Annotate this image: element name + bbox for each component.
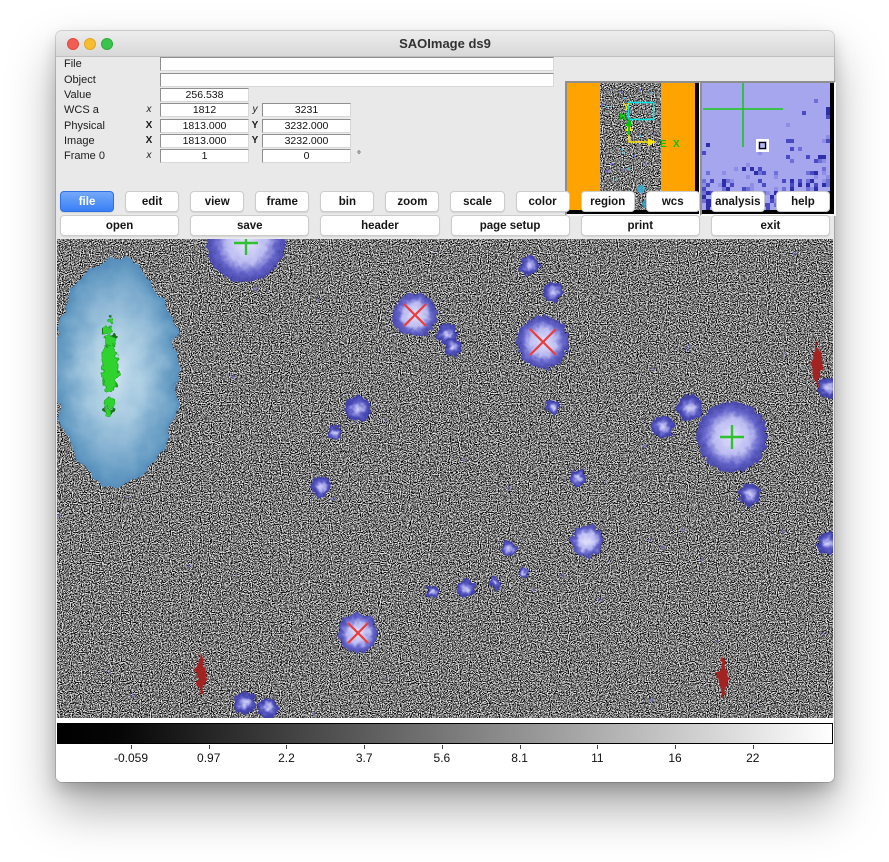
file-label: File [64, 57, 82, 71]
star[interactable] [570, 470, 586, 486]
desktop: { "window": { "title": "SAOImage ds9" },… [0, 0, 889, 862]
physical-x-field[interactable]: 1813.000 [160, 119, 249, 133]
star[interactable] [457, 580, 475, 598]
colorbar-tick-mark [209, 745, 210, 749]
ds9-window: SAOImage ds9 File Object Value 256.538 W… [56, 31, 834, 782]
star[interactable] [677, 395, 703, 421]
star[interactable] [328, 426, 342, 440]
degree-symbol: ° [357, 149, 361, 163]
menu-help[interactable]: help [776, 191, 830, 212]
menu-bar: file edit view frame binzoom scale color region… [58, 191, 832, 212]
image-x-field[interactable]: 1813.000 [160, 134, 249, 148]
star[interactable] [520, 255, 540, 275]
frame-zoom-axis-label: x [142, 149, 156, 163]
info-panel: File Object Value 256.538 WCS a x 1812 y… [56, 57, 834, 191]
wcs-label: WCS a [64, 103, 99, 117]
star[interactable] [501, 541, 517, 557]
colorbar-tick-label: 5.6 [434, 751, 451, 765]
star[interactable] [345, 396, 371, 422]
colorbar-tick-label: 2.2 [278, 751, 295, 765]
toolbar-open[interactable]: open [60, 215, 179, 236]
magnifier-cursor-box [757, 140, 768, 151]
frame-zoom-field[interactable]: 1 [160, 149, 249, 163]
toolbar-page-setup[interactable]: page setup [451, 215, 570, 236]
colorbar-tick-mark [520, 745, 521, 749]
toolbar-exit[interactable]: exit [711, 215, 830, 236]
toolbar-header[interactable]: header [320, 215, 439, 236]
colorbar-tick-mark [597, 745, 598, 749]
star[interactable] [571, 525, 603, 557]
star[interactable] [519, 568, 529, 578]
toolbar-print[interactable]: print [581, 215, 700, 236]
frame-label: Frame 0 [64, 149, 105, 163]
colorbar-tick-mark [442, 745, 443, 749]
frame-angle-field[interactable]: 0 [262, 149, 351, 163]
menu-analysis[interactable]: analysis [711, 191, 765, 212]
object-label: Object [64, 73, 96, 87]
image-y-axis-label: Y [248, 134, 262, 148]
colorbar-tick-mark [675, 745, 676, 749]
physical-y-field[interactable]: 3232.000 [262, 119, 351, 133]
physical-x-axis-label: X [142, 119, 156, 133]
physical-y-axis-label: Y [248, 119, 262, 133]
wcs-y-axis-label: y [248, 103, 262, 117]
panner-x-label: X [673, 139, 680, 150]
star[interactable] [311, 477, 331, 497]
menu-view[interactable]: view [190, 191, 244, 212]
noise-background [57, 239, 833, 718]
file-field[interactable] [160, 57, 554, 71]
menu-region[interactable]: region [581, 191, 635, 212]
star[interactable] [543, 282, 563, 302]
sky-canvas[interactable] [57, 239, 833, 718]
colorbar-tick-mark [753, 745, 754, 749]
menu-zoom[interactable]: zoom [385, 191, 439, 212]
colorbar-gradient[interactable] [57, 723, 833, 744]
image-label: Image [64, 134, 95, 148]
menu-frame[interactable]: frame [255, 191, 309, 212]
value-label: Value [64, 88, 91, 102]
colorbar-tick-label: 0.97 [197, 751, 220, 765]
menu-color[interactable]: color [516, 191, 570, 212]
wcs-x-axis-label: x [142, 103, 156, 117]
menu-scale[interactable]: scale [450, 191, 504, 212]
colorbar-tick-label: 8.1 [511, 751, 528, 765]
value-field[interactable]: 256.538 [160, 88, 249, 102]
colorbar-panel: -0.059 0.97 2.2 3.7 5.6 8.1 11 16 22 [56, 718, 834, 782]
star[interactable] [652, 416, 674, 438]
titlebar[interactable]: SAOImage ds9 [56, 31, 834, 57]
panner-n-label: N [619, 112, 626, 123]
colorbar-tick-label: 3.7 [356, 751, 373, 765]
panner-e-label: E [660, 139, 667, 150]
image-x-axis-label: X [142, 134, 156, 148]
colorbar-tick-label: 16 [668, 751, 681, 765]
physical-label: Physical [64, 119, 105, 133]
star[interactable] [489, 577, 501, 589]
menu-bin[interactable]: bin [320, 191, 374, 212]
star[interactable] [546, 400, 560, 414]
colorbar-tick-label: 22 [746, 751, 759, 765]
colorbar-tick-mark [364, 745, 365, 749]
menu-wcs[interactable]: wcs [646, 191, 700, 212]
wcs-x-field[interactable]: 1812 [160, 103, 249, 117]
menu-edit[interactable]: edit [125, 191, 179, 212]
colorbar-tick-mark [131, 745, 132, 749]
star[interactable] [739, 484, 761, 506]
image-display[interactable] [57, 239, 833, 718]
wcs-y-field[interactable]: 3231 [262, 103, 351, 117]
window-title: SAOImage ds9 [56, 31, 834, 56]
colorbar-tick-label: 11 [591, 751, 603, 765]
object-field[interactable] [160, 73, 554, 87]
star[interactable] [258, 698, 278, 718]
info-row-file: File [56, 57, 834, 71]
toolbar-save[interactable]: save [190, 215, 309, 236]
saturated-star [57, 259, 179, 485]
colorbar-tick-label: -0.059 [114, 751, 148, 765]
image-y-field[interactable]: 3232.000 [262, 134, 351, 148]
colorbar-tick-mark [286, 745, 287, 749]
star[interactable] [234, 692, 256, 714]
star[interactable] [426, 586, 438, 598]
star[interactable] [444, 338, 462, 356]
menu-file[interactable]: file [60, 191, 114, 212]
file-toolbar: open save header page setup print exit [58, 215, 832, 236]
